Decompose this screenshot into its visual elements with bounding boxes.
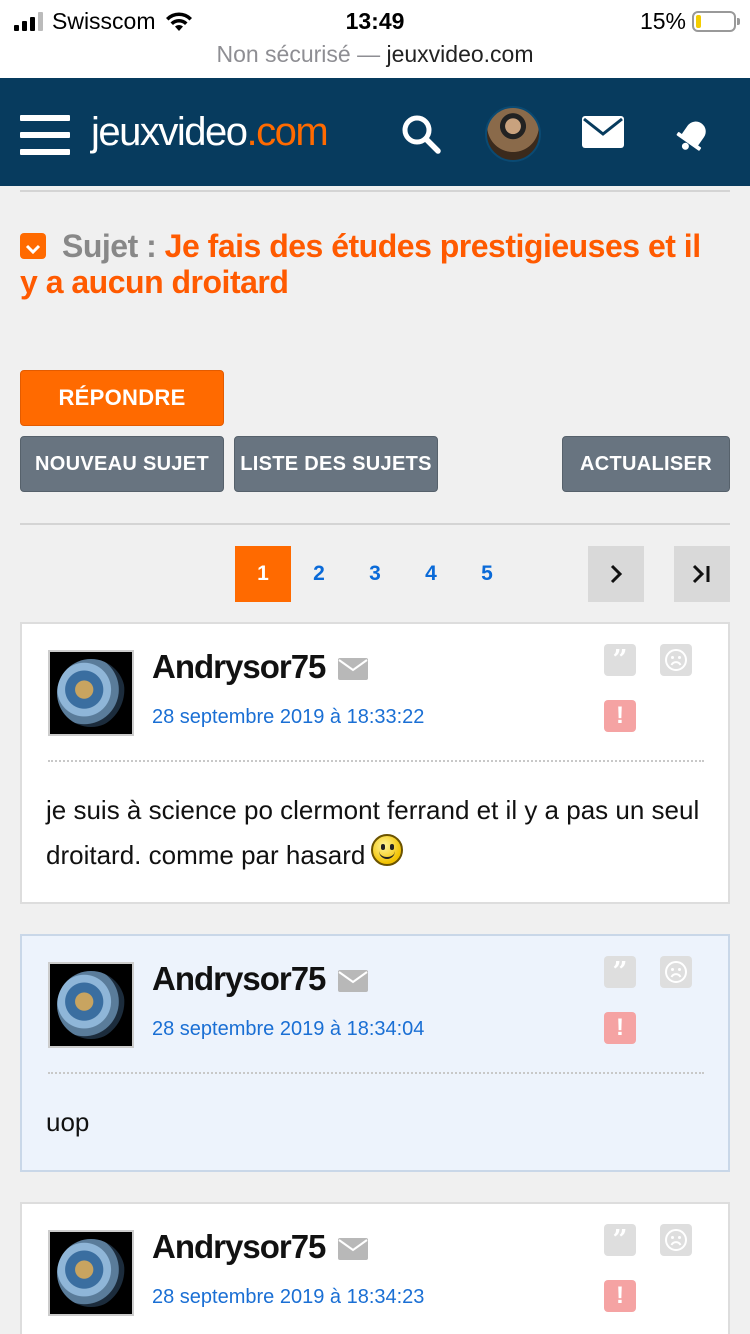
- quote-icon[interactable]: ”: [604, 1224, 636, 1256]
- security-label: Non sécurisé —: [216, 41, 381, 67]
- new-topic-button[interactable]: NOUVEAU SUJET: [20, 436, 224, 492]
- author-avatar[interactable]: [48, 650, 134, 736]
- page-link-4[interactable]: 4: [403, 546, 459, 602]
- sad-face-icon[interactable]: [660, 956, 692, 988]
- user-avatar[interactable]: [485, 106, 541, 162]
- earth-avatar-image: [57, 1239, 125, 1307]
- report-alert-icon[interactable]: !: [604, 700, 636, 732]
- ios-status-bar: Swisscom 13:49 15% Non sécurisé — jeuxvi…: [0, 0, 750, 78]
- topic-heading: Sujet : Je fais des études prestigieuses…: [20, 228, 720, 300]
- quote-icon[interactable]: ”: [604, 956, 636, 988]
- topic-list-button[interactable]: LISTE DES SUJETS: [234, 436, 438, 492]
- forum-post: Andrysor75 28 septembre 2019 à 18:34:23 …: [20, 1202, 730, 1334]
- forum-post: Andrysor75 28 septembre 2019 à 18:34:04 …: [20, 934, 730, 1172]
- page-link-5[interactable]: 5: [459, 546, 515, 602]
- search-icon[interactable]: [400, 113, 442, 155]
- last-page-icon: [692, 564, 710, 584]
- forum-post: Andrysor75 28 septembre 2019 à 18:33:22 …: [20, 622, 730, 904]
- refresh-button[interactable]: ACTUALISER: [562, 436, 730, 492]
- post-separator: [48, 760, 704, 762]
- author-name[interactable]: Andrysor75: [152, 648, 326, 686]
- logo-suffix: .com: [246, 110, 329, 154]
- chevron-down-icon[interactable]: [20, 232, 46, 259]
- clock: 13:49: [345, 8, 405, 34]
- sad-face-icon[interactable]: [660, 644, 692, 676]
- battery-status: 15%: [639, 6, 740, 36]
- divider: [20, 190, 730, 192]
- report-alert-icon[interactable]: !: [604, 1012, 636, 1044]
- post-date[interactable]: 28 septembre 2019 à 18:34:04: [152, 1018, 424, 1041]
- author-avatar[interactable]: [48, 1230, 134, 1316]
- last-page-button[interactable]: [674, 546, 730, 602]
- private-message-icon[interactable]: [338, 1238, 368, 1260]
- notification-bell-icon[interactable]: [674, 114, 714, 154]
- author-name[interactable]: Andrysor75: [152, 960, 326, 998]
- chevron-right-icon: [610, 564, 623, 584]
- site-logo[interactable]: jeuxvideo.com: [91, 108, 329, 156]
- url-domain: jeuxvideo.com: [386, 41, 534, 67]
- url-bar[interactable]: Non sécurisé — jeuxvideo.com: [0, 40, 750, 68]
- quote-icon[interactable]: ”: [604, 644, 636, 676]
- post-message-text: uop: [46, 1107, 90, 1137]
- logo-main: jeuxvideo: [91, 110, 248, 154]
- report-alert-icon[interactable]: !: [604, 1280, 636, 1312]
- post-message: uop: [46, 1100, 704, 1145]
- page-link-1[interactable]: 1: [235, 546, 291, 602]
- page-link-3[interactable]: 3: [347, 546, 403, 602]
- page-link-2[interactable]: 2: [291, 546, 347, 602]
- reply-button[interactable]: RÉPONDRE: [20, 370, 224, 426]
- post-separator: [48, 1072, 704, 1074]
- author-name[interactable]: Andrysor75: [152, 1228, 326, 1266]
- topic-label: Sujet :: [62, 228, 157, 264]
- site-header: jeuxvideo.com: [0, 78, 750, 186]
- smiley-icon: [371, 834, 404, 866]
- private-message-icon[interactable]: [338, 658, 368, 680]
- private-message-icon[interactable]: [338, 970, 368, 992]
- author-avatar[interactable]: [48, 962, 134, 1048]
- post-message: je suis à science po clermont ferrand et…: [46, 788, 704, 878]
- earth-avatar-image: [57, 659, 125, 727]
- next-page-button[interactable]: [588, 546, 644, 602]
- battery-icon: [692, 10, 740, 32]
- sad-face-icon[interactable]: [660, 1224, 692, 1256]
- earth-avatar-image: [57, 971, 125, 1039]
- menu-icon[interactable]: [20, 115, 70, 157]
- post-date[interactable]: 28 septembre 2019 à 18:33:22: [152, 706, 424, 729]
- battery-percent: 15%: [639, 7, 686, 34]
- pagination: 1 2 3 4 5: [0, 546, 750, 602]
- divider: [20, 523, 730, 525]
- mail-icon[interactable]: [582, 116, 624, 148]
- post-date[interactable]: 28 septembre 2019 à 18:34:23: [152, 1286, 424, 1309]
